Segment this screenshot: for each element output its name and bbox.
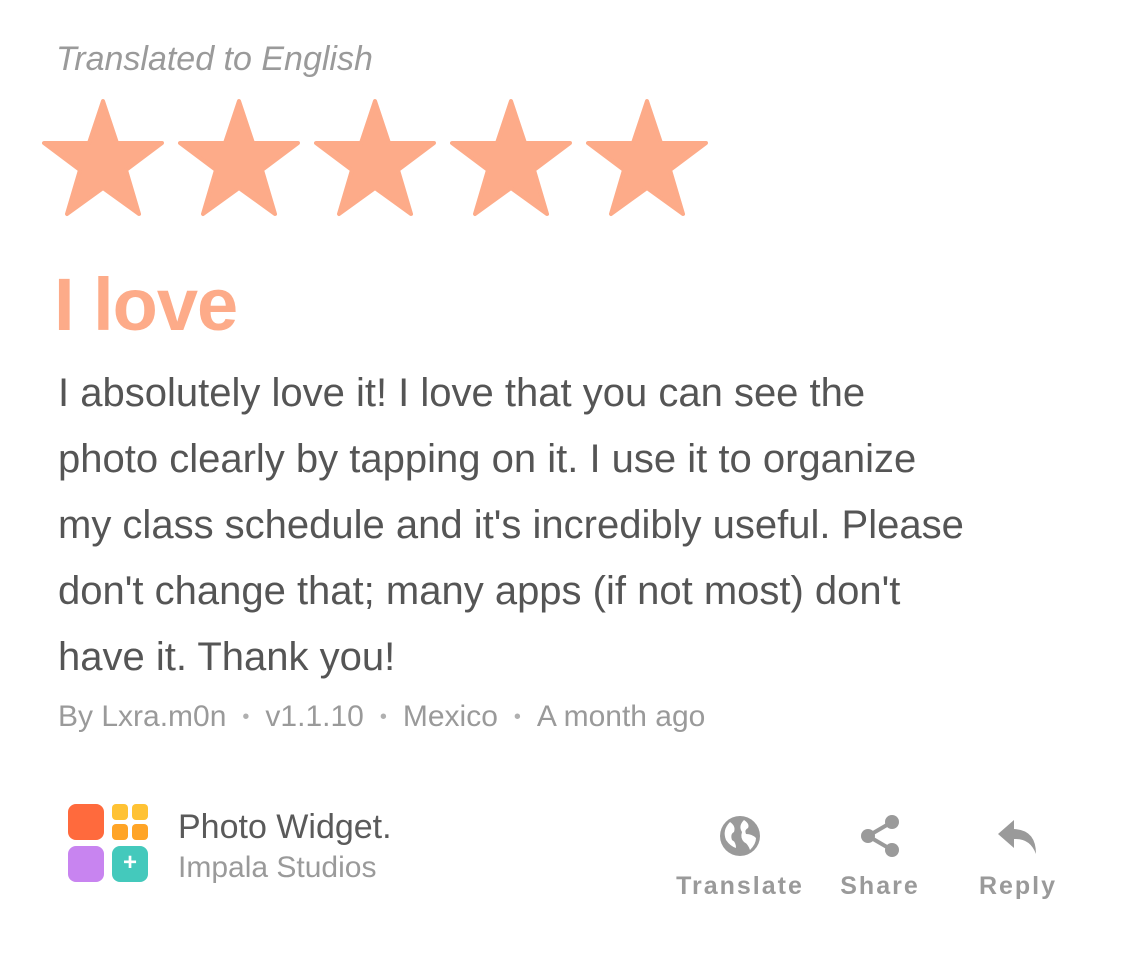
review-title: I love xyxy=(54,263,238,346)
logo-plus-icon: + xyxy=(112,846,148,882)
review-meta: By Lxra.m0n • v1.1.10 • Mexico • A month… xyxy=(58,700,705,734)
translated-note: Translated to English xyxy=(56,40,373,78)
review-country: Mexico xyxy=(402,700,498,733)
globe-icon xyxy=(716,812,764,860)
logo-dot xyxy=(112,804,128,820)
meta-separator: • xyxy=(379,705,387,728)
reply-label: Reply xyxy=(978,872,1058,900)
star-icon xyxy=(42,98,164,220)
review-app-version: v1.1.10 xyxy=(265,700,364,733)
star-icon xyxy=(178,98,300,220)
logo-dot xyxy=(112,824,128,840)
translate-label: Translate xyxy=(676,872,804,900)
logo-dot xyxy=(132,824,148,840)
review-body-line: have it. Thank you! xyxy=(58,635,396,679)
logo-tile-purple xyxy=(68,846,104,882)
review-body-line: photo clearly by tapping on it. I use it… xyxy=(58,437,917,481)
share-label: Share xyxy=(840,872,920,900)
meta-separator: • xyxy=(513,705,521,728)
app-text: Photo Widget. Impala Studios xyxy=(178,802,392,885)
share-button[interactable]: Share xyxy=(800,812,960,901)
review-time: A month ago xyxy=(536,700,706,733)
logo-dot xyxy=(132,804,148,820)
star-icon xyxy=(586,98,708,220)
meta-separator: • xyxy=(242,705,250,728)
review-body: I absolutely love it! I love that you ca… xyxy=(58,360,1078,690)
app-info[interactable]: + Photo Widget. Impala Studios xyxy=(68,802,392,885)
review-body-line: don't change that; many apps (if not mos… xyxy=(58,569,901,613)
star-icon xyxy=(450,98,572,220)
review-body-line: my class schedule and it's incredibly us… xyxy=(58,503,964,547)
app-logo: + xyxy=(68,802,150,884)
reply-button[interactable]: Reply xyxy=(938,812,1098,901)
reply-icon xyxy=(994,812,1042,860)
star-rating xyxy=(42,98,708,220)
star-icon xyxy=(314,98,436,220)
share-icon xyxy=(856,812,904,860)
review-body-line: I absolutely love it! I love that you ca… xyxy=(58,371,866,415)
review-author: By Lxra.m0n xyxy=(58,700,227,733)
logo-tile-orange xyxy=(68,804,104,840)
app-developer: Impala Studios xyxy=(178,851,377,884)
translate-button[interactable]: Translate xyxy=(660,812,820,901)
app-name: Photo Widget. xyxy=(178,808,392,846)
